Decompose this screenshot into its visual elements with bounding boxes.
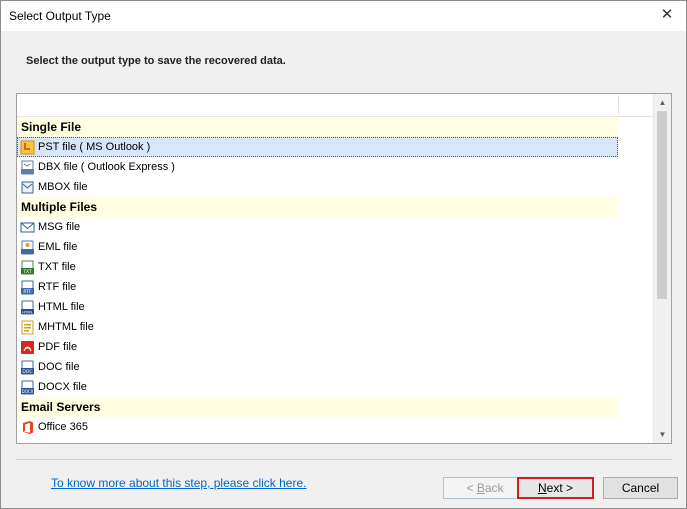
- list-item[interactable]: RTF RTF file: [17, 277, 618, 297]
- list-item-label: DOC file: [38, 361, 80, 373]
- list-item[interactable]: DOC DOC file: [17, 357, 618, 377]
- group-header-label: Multiple Files: [21, 200, 98, 214]
- mbox-file-icon: [20, 180, 35, 195]
- svg-text:DOC: DOC: [22, 369, 32, 375]
- title-bar: Select Output Type ✕: [1, 1, 686, 31]
- vertical-scrollbar[interactable]: ▲ ▼: [653, 94, 671, 443]
- html-file-icon: HTML: [20, 300, 35, 315]
- svg-text:DOCX: DOCX: [22, 389, 34, 394]
- cancel-button[interactable]: Cancel: [603, 477, 678, 499]
- list-item-label: RTF file: [38, 281, 77, 293]
- group-header: Multiple Files: [17, 197, 618, 217]
- svg-text:RTF: RTF: [23, 289, 32, 295]
- scroll-down-icon[interactable]: ▼: [654, 426, 671, 443]
- list-item[interactable]: HTML HTML file: [17, 297, 618, 317]
- select-output-type-dialog: Select Output Type ✕ Select the output t…: [0, 0, 687, 509]
- docx-file-icon: DOCX: [20, 380, 35, 395]
- list-item-label: MSG file: [38, 221, 81, 233]
- list-item-label: MHTML file: [38, 321, 94, 333]
- back-button[interactable]: < Back: [443, 477, 527, 499]
- list-item-label: EML file: [38, 241, 78, 253]
- list-item[interactable]: MBOX file: [17, 177, 618, 197]
- list-rows: Single File PST file ( MS Outlook ) DBX fi…: [17, 117, 653, 437]
- mhtml-file-icon: [20, 320, 35, 335]
- list-item[interactable]: PST file ( MS Outlook ): [17, 137, 618, 157]
- list-item[interactable]: MHTML file: [17, 317, 618, 337]
- eml-file-icon: [20, 240, 35, 255]
- list-item[interactable]: DBX file ( Outlook Express ): [17, 157, 618, 177]
- list-item-label: PST file ( MS Outlook ): [38, 141, 151, 153]
- pst-file-icon: [20, 140, 35, 155]
- pdf-file-icon: [20, 340, 35, 355]
- txt-file-icon: TXT: [20, 260, 35, 275]
- next-button[interactable]: Next >: [517, 477, 594, 499]
- list-item-label: Office 365: [38, 421, 88, 433]
- svg-text:HTML: HTML: [22, 309, 33, 314]
- window-title: Select Output Type: [9, 9, 111, 23]
- list-item-label: HTML file: [38, 301, 85, 313]
- group-header: Single File: [17, 117, 618, 137]
- svg-text:TXT: TXT: [22, 269, 32, 275]
- list-column-header: [17, 94, 653, 117]
- list-item-label: DBX file ( Outlook Express ): [38, 161, 175, 173]
- group-header-label: Email Servers: [21, 400, 101, 414]
- close-icon[interactable]: ✕: [658, 6, 676, 24]
- rtf-file-icon: RTF: [20, 280, 35, 295]
- msg-file-icon: [20, 220, 35, 235]
- list-item[interactable]: PDF file: [17, 337, 618, 357]
- office365-icon: [20, 420, 35, 435]
- list-item-label: MBOX file: [38, 181, 88, 193]
- group-header: Email Servers: [17, 397, 618, 417]
- footer-divider: [16, 459, 672, 460]
- output-type-list[interactable]: Single File PST file ( MS Outlook ) DBX fi…: [16, 93, 672, 444]
- instruction-text: Select the output type to save the recov…: [26, 55, 286, 67]
- list-item-label: DOCX file: [38, 381, 87, 393]
- doc-file-icon: DOC: [20, 360, 35, 375]
- list-item[interactable]: Office 365: [17, 417, 618, 437]
- scroll-thumb[interactable]: [657, 111, 667, 299]
- help-link[interactable]: To know more about this step, please cli…: [51, 476, 306, 490]
- list-item-label: TXT file: [38, 261, 76, 273]
- list-item[interactable]: DOCX DOCX file: [17, 377, 618, 397]
- list-item[interactable]: MSG file: [17, 217, 618, 237]
- list-item[interactable]: TXT TXT file: [17, 257, 618, 277]
- dbx-file-icon: [20, 160, 35, 175]
- scroll-up-icon[interactable]: ▲: [654, 94, 671, 111]
- list-item[interactable]: EML file: [17, 237, 618, 257]
- group-header-label: Single File: [21, 120, 82, 134]
- list-item-label: PDF file: [38, 341, 78, 353]
